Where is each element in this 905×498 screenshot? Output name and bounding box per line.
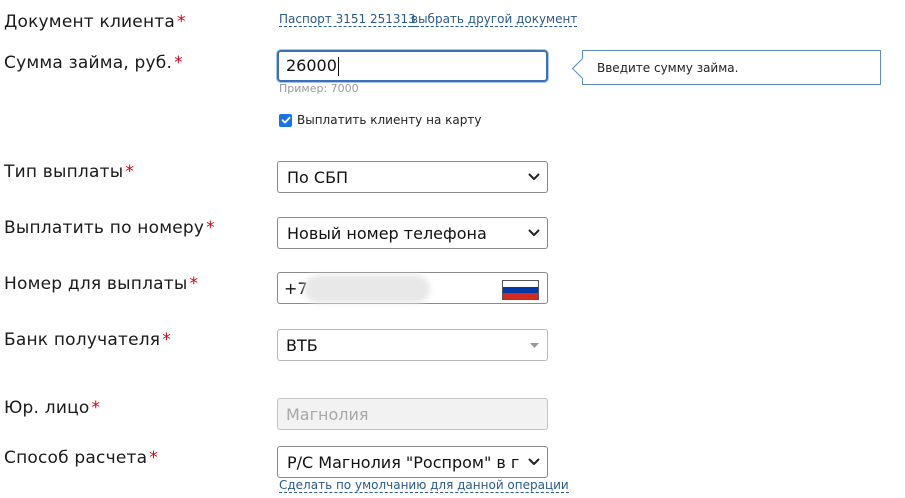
payout-by-number-label: Выплатить по номеру * (4, 218, 215, 238)
loan-amount-tooltip: Введите сумму займа. (582, 50, 881, 85)
required-mark: * (162, 330, 171, 350)
text-caret (337, 57, 339, 76)
redacted-phone-number (304, 275, 430, 303)
document-label: Документ клиента * (4, 12, 186, 32)
chevron-down-icon (521, 458, 547, 466)
loan-amount-input[interactable]: 26000 (277, 50, 548, 82)
payout-type-label: Тип выплаты * (4, 162, 135, 182)
pay-to-card-checkbox[interactable] (279, 113, 292, 127)
chevron-down-icon (521, 229, 547, 237)
payout-number-input[interactable]: +7 (277, 272, 548, 304)
legal-entity-field: Магнолия (277, 398, 548, 430)
required-mark: * (174, 53, 183, 73)
make-default-link[interactable]: Сделать по умолчанию для данной операции (279, 478, 569, 493)
triangle-down-icon (521, 342, 547, 348)
settlement-method-value: Р/С Магнолия "Роспром" в г. (287, 452, 521, 472)
check-icon (281, 116, 290, 124)
loan-amount-hint: Пример: 7000 (279, 82, 359, 95)
pay-to-card-checkbox-row[interactable]: Выплатить клиенту на карту (279, 113, 481, 127)
loan-amount-label: Сумма займа, руб. * (4, 53, 183, 73)
settlement-method-select[interactable]: Р/С Магнолия "Роспром" в г. (277, 446, 548, 478)
pay-to-card-label: Выплатить клиенту на карту (297, 113, 482, 127)
payout-number-label: Номер для выплаты * (4, 274, 199, 294)
choose-other-document-link[interactable]: выбрать другой документ (411, 12, 578, 27)
payout-by-number-select[interactable]: Новый номер телефона (277, 217, 548, 249)
required-mark: * (91, 398, 101, 418)
loan-amount-value: 26000 (286, 56, 337, 75)
recipient-bank-label: Банк получателя * (4, 330, 171, 350)
settlement-method-label: Способ расчета * (4, 448, 158, 468)
passport-link[interactable]: Паспорт 3151 251313 (279, 12, 416, 27)
chevron-down-icon (521, 173, 547, 181)
recipient-bank-value: ВТБ (286, 335, 318, 355)
legal-entity-value: Магнолия (286, 404, 369, 424)
payout-type-select[interactable]: По СБП (277, 161, 548, 193)
payout-by-number-value: Новый номер телефона (287, 223, 487, 243)
required-mark: * (125, 162, 135, 182)
recipient-bank-combobox[interactable]: ВТБ (277, 329, 548, 361)
legal-entity-label: Юр. лицо * (4, 398, 101, 418)
payout-type-value: По СБП (287, 167, 349, 187)
required-mark: * (206, 218, 215, 238)
required-mark: * (189, 274, 199, 294)
russia-flag-icon[interactable] (502, 280, 539, 300)
required-mark: * (149, 448, 158, 468)
required-mark: * (177, 12, 186, 32)
